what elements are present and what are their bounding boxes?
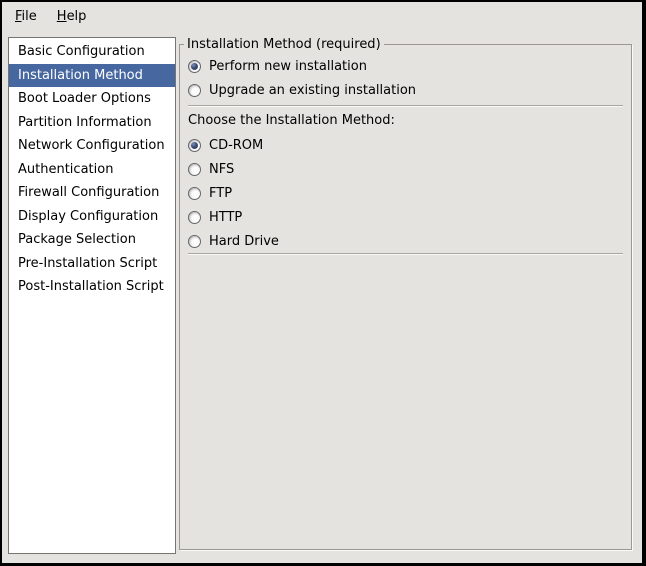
sidebar-item-basic-configuration[interactable]: Basic Configuration	[9, 40, 175, 64]
section-list: Basic Configuration Installation Method …	[8, 37, 176, 554]
radio-option-http[interactable]: HTTP	[188, 205, 623, 229]
sidebar-item-firewall-configuration[interactable]: Firewall Configuration	[9, 181, 175, 205]
method-group-label: Choose the Installation Method:	[188, 109, 623, 133]
radio-unselected-icon[interactable]	[188, 163, 201, 176]
sidebar-item-post-installation-script[interactable]: Post-Installation Script	[9, 275, 175, 299]
radio-unselected-icon[interactable]	[188, 211, 201, 224]
sidebar-item-package-selection[interactable]: Package Selection	[9, 228, 175, 252]
menu-help[interactable]: Help	[50, 6, 94, 27]
radio-option-ftp[interactable]: FTP	[188, 181, 623, 205]
menubar: File Help	[2, 2, 642, 30]
menu-help-label: Help	[57, 9, 87, 24]
radio-unselected-icon[interactable]	[188, 187, 201, 200]
sidebar-item-display-configuration[interactable]: Display Configuration	[9, 205, 175, 229]
kickstart-configurator-window: File Help Basic Configuration Installati…	[0, 0, 646, 566]
radio-option-label: FTP	[209, 186, 232, 201]
radio-option-nfs[interactable]: NFS	[188, 157, 623, 181]
radio-option-label: NFS	[209, 162, 234, 177]
radio-unselected-icon[interactable]	[188, 84, 201, 97]
menu-file-label: File	[15, 9, 37, 24]
sidebar-item-installation-method[interactable]: Installation Method	[9, 64, 175, 88]
frame-title: Installation Method (required)	[184, 37, 384, 52]
menu-file[interactable]: File	[8, 6, 44, 27]
sidebar-item-pre-installation-script[interactable]: Pre-Installation Script	[9, 252, 175, 276]
radio-option-label: Perform new installation	[209, 59, 367, 74]
radio-option-label: Upgrade an existing installation	[209, 83, 416, 98]
separator	[188, 253, 623, 255]
installation-method-frame: Installation Method (required) Perform n…	[179, 44, 632, 550]
radio-option-label: HTTP	[209, 210, 242, 225]
radio-unselected-icon[interactable]	[188, 235, 201, 248]
radio-option-hard-drive[interactable]: Hard Drive	[188, 229, 623, 253]
sidebar-item-partition-information[interactable]: Partition Information	[9, 111, 175, 135]
radio-option-cdrom[interactable]: CD-ROM	[188, 133, 623, 157]
radio-option-upgrade-existing-installation[interactable]: Upgrade an existing installation	[188, 78, 623, 102]
radio-selected-icon[interactable]	[188, 60, 201, 73]
radio-option-label: CD-ROM	[209, 138, 263, 153]
radio-selected-icon[interactable]	[188, 139, 201, 152]
sidebar-item-authentication[interactable]: Authentication	[9, 158, 175, 182]
sidebar-item-network-configuration[interactable]: Network Configuration	[9, 134, 175, 158]
sidebar-item-boot-loader-options[interactable]: Boot Loader Options	[9, 87, 175, 111]
separator	[188, 105, 623, 107]
radio-option-label: Hard Drive	[209, 234, 279, 249]
radio-option-perform-new-installation[interactable]: Perform new installation	[188, 54, 623, 78]
